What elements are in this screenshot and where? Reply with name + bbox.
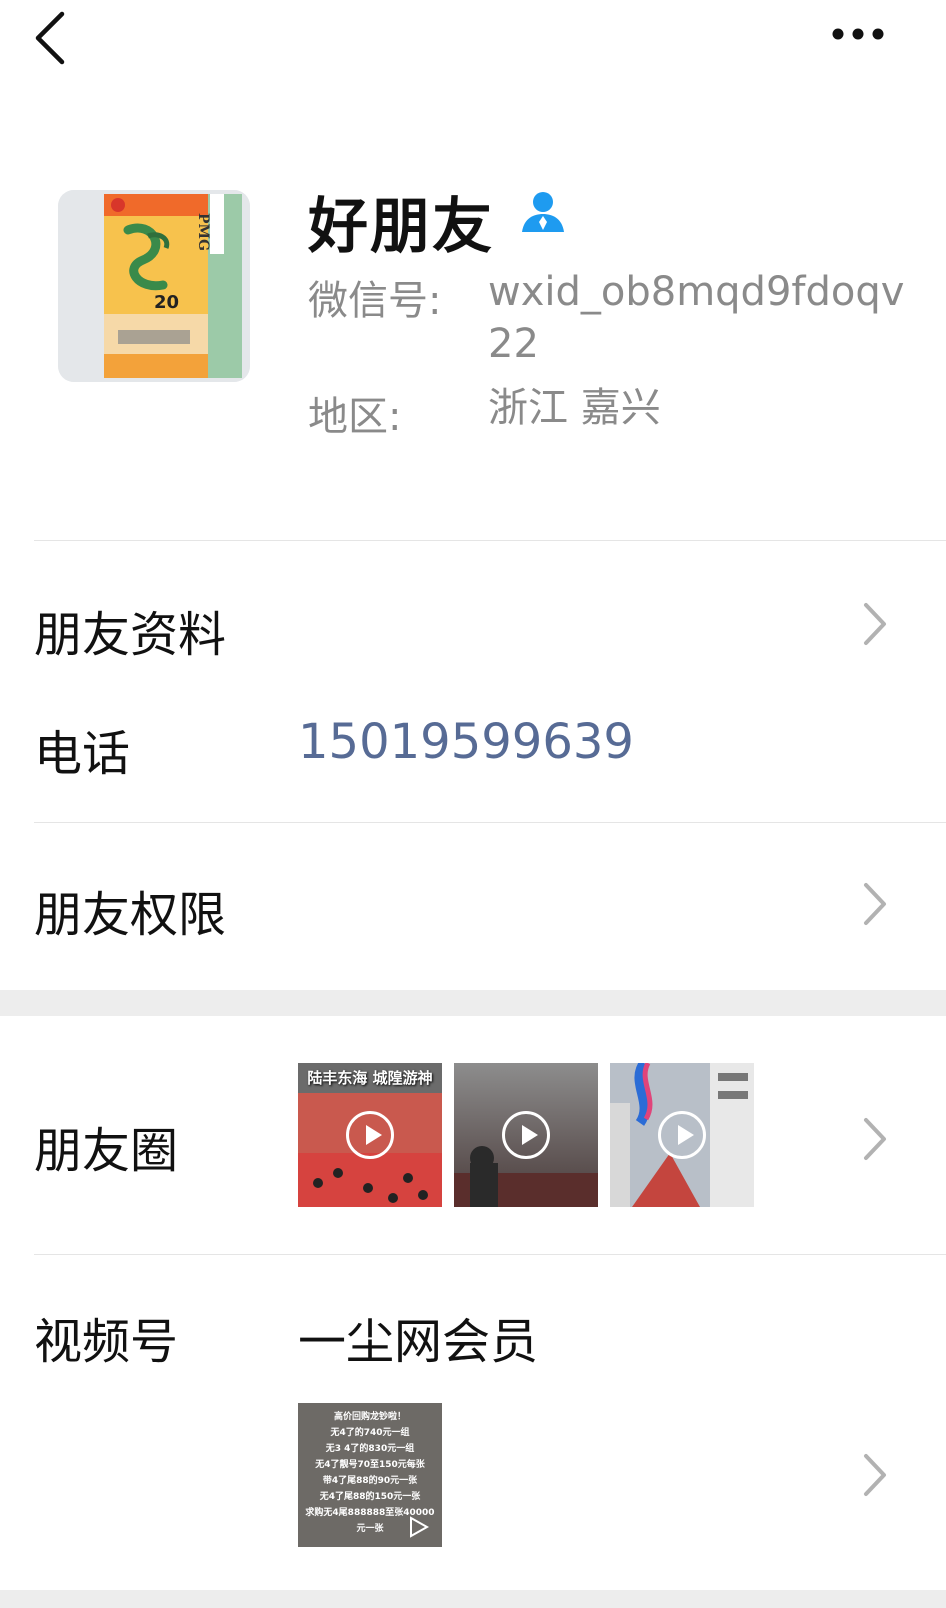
svg-text:PMG: PMG xyxy=(195,213,211,251)
thumbnail-text: 高价回购龙钞啦！ xyxy=(333,1412,406,1422)
more-horizontal-icon xyxy=(832,28,884,40)
person-icon xyxy=(522,192,564,232)
wechat-id-value: wxid_ob8mqd9fdoqv22 xyxy=(488,269,905,367)
section-gap xyxy=(0,1590,946,1608)
moments-label: 朋友圈 xyxy=(34,1123,179,1179)
thumbnail-text: 无4了靓号70至150元每张 xyxy=(315,1460,425,1470)
friend-permissions-label: 朋友权限 xyxy=(34,887,227,943)
moments-thumbnail[interactable] xyxy=(610,1063,754,1207)
play-icon xyxy=(410,1516,430,1538)
channels-label: 视频号 xyxy=(34,1314,179,1370)
section-gap xyxy=(0,990,946,1016)
friend-permissions-row[interactable]: 朋友权限 xyxy=(0,845,946,965)
thumbnail-text: 无4了的740元一组 xyxy=(330,1428,410,1438)
avatar[interactable]: PMG 20 xyxy=(58,190,250,382)
play-circle-icon xyxy=(658,1111,706,1159)
phone-label: 电话 xyxy=(34,726,131,782)
friend-info-label: 朋友资料 xyxy=(34,607,227,663)
chevron-right-icon xyxy=(864,883,886,925)
chevron-right-icon xyxy=(864,603,886,645)
thumbnail-text: 带4了尾88的90元一张 xyxy=(322,1476,418,1486)
chevron-right-icon xyxy=(864,1118,886,1160)
play-circle-icon xyxy=(502,1111,550,1159)
chevron-left-icon xyxy=(35,11,65,65)
divider xyxy=(34,1254,946,1255)
divider xyxy=(34,540,946,541)
contact-name: 好朋友 xyxy=(308,192,494,262)
phone-number-link[interactable]: 15019599639 xyxy=(298,714,634,770)
region-value: 浙江 嘉兴 xyxy=(488,385,661,431)
svg-text:20: 20 xyxy=(154,292,179,313)
moments-caption: 陆丰东海 城隍游神 xyxy=(307,1069,433,1087)
chevron-right-icon xyxy=(864,1454,886,1496)
top-bar xyxy=(0,0,946,80)
channel-name: 一尘网会员 xyxy=(298,1314,539,1370)
moments-thumbnail[interactable] xyxy=(454,1063,598,1207)
profile-header: PMG 20 好朋友 微信号: wxid_ob8mqd9fdoqv22 地区: … xyxy=(0,170,946,490)
play-circle-icon xyxy=(346,1111,394,1159)
more-button[interactable] xyxy=(826,14,890,54)
thumbnail-text: 无3 4了的830元一组 xyxy=(325,1444,415,1454)
banknote-avatar-image: PMG 20 xyxy=(58,190,250,382)
divider xyxy=(34,822,946,823)
back-button[interactable] xyxy=(30,6,80,66)
channel-video-thumbnail[interactable]: 高价回购龙钞啦！ 无4了的740元一组 无3 4了的830元一组 无4了靓号70… xyxy=(298,1403,442,1547)
moments-thumbnail[interactable]: 陆丰东海 城隍游神 xyxy=(298,1063,442,1207)
region-label: 地区: xyxy=(308,394,402,440)
friend-info-row[interactable]: 朋友资料 xyxy=(0,565,946,685)
thumbnail-text: 无4了尾88的150元一张 xyxy=(319,1492,421,1502)
wechat-id-label: 微信号: xyxy=(308,278,442,324)
